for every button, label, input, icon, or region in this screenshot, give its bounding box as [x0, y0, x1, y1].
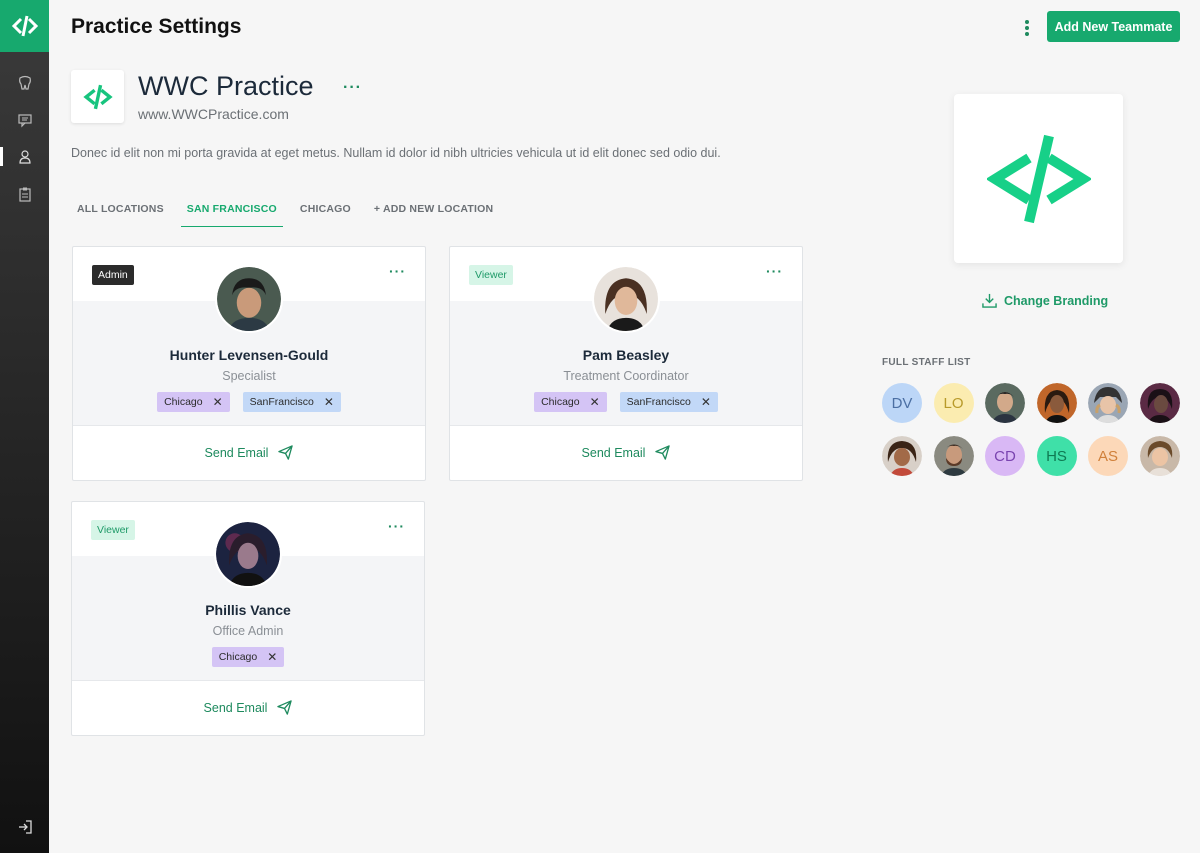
tab-all-locations[interactable]: ALL LOCATIONS	[71, 203, 170, 227]
location-chips: Chicago ✕ SanFrancisco ✕	[73, 392, 425, 412]
remove-chip-icon[interactable]: ✕	[267, 650, 277, 664]
send-email-label: Send Email	[203, 700, 268, 715]
paper-plane-icon	[655, 445, 671, 460]
chip-label: Chicago	[541, 396, 580, 408]
tab-chicago[interactable]: CHICAGO	[294, 203, 357, 227]
chip-label: Chicago	[218, 651, 258, 663]
send-email-label: Send Email	[581, 445, 646, 460]
staff-list-heading: FULL STAFF LIST	[882, 357, 971, 368]
logout-button[interactable]	[0, 819, 49, 835]
paper-plane-icon	[278, 445, 294, 460]
sidebar-item-tooth[interactable]	[0, 64, 49, 101]
code-logo-icon	[11, 15, 38, 37]
remove-chip-icon[interactable]: ✕	[324, 395, 334, 409]
chat-icon	[17, 113, 32, 127]
staff-avatar[interactable]	[1036, 383, 1077, 423]
staff-avatar[interactable]	[1139, 383, 1180, 423]
staff-avatar[interactable]	[1139, 436, 1180, 476]
card-more-button[interactable]: ···	[389, 263, 406, 279]
location-chips: Chicago ✕	[72, 647, 424, 667]
staff-avatar[interactable]: DV	[882, 383, 922, 423]
card-more-button[interactable]: ···	[766, 263, 783, 279]
send-email-button[interactable]: Send Email	[72, 700, 424, 715]
location-chips: Chicago ✕ SanFrancisco ✕	[450, 392, 802, 412]
location-chip: Chicago ✕	[157, 392, 230, 412]
role-badge: Viewer	[469, 265, 513, 285]
location-chip: SanFrancisco ✕	[619, 392, 718, 412]
page-title: Practice Settings	[71, 15, 242, 38]
change-branding-button[interactable]: Change Branding	[982, 293, 1108, 308]
sidebar-item-messages[interactable]	[0, 101, 49, 138]
staff-avatar[interactable]: AS	[1088, 436, 1128, 476]
practice-more-button[interactable]: ···	[343, 79, 362, 97]
practice-url[interactable]: www.WWCPractice.com	[138, 106, 289, 122]
staff-list: DV LO CD HS AS	[882, 383, 1182, 476]
user-icon	[18, 149, 31, 164]
remove-chip-icon[interactable]: ✕	[701, 395, 711, 409]
app-logo[interactable]	[0, 0, 49, 52]
practice-description: Donec id elit non mi porta gravida at eg…	[71, 146, 721, 160]
card-divider	[72, 680, 424, 681]
staff-avatar[interactable]	[1088, 383, 1128, 423]
send-email-button[interactable]: Send Email	[73, 445, 425, 460]
add-teammate-button[interactable]: Add New Teammate	[1047, 11, 1180, 42]
avatar	[215, 265, 283, 333]
avatar	[214, 520, 282, 588]
sidebar	[0, 0, 49, 853]
teammate-title: Specialist	[222, 369, 276, 383]
chip-label: Chicago	[164, 396, 203, 408]
download-icon	[982, 293, 997, 308]
send-email-label: Send Email	[204, 445, 269, 460]
staff-avatar[interactable]	[882, 436, 922, 476]
role-badge: Admin	[92, 265, 134, 285]
card-divider	[450, 425, 802, 426]
location-tabs: ALL LOCATIONS SAN FRANCISCO CHICAGO + AD…	[71, 203, 510, 227]
tab-san-francisco[interactable]: SAN FRANCISCO	[180, 203, 283, 227]
card-more-button[interactable]: ···	[388, 518, 405, 534]
location-chip: SanFrancisco ✕	[242, 392, 341, 412]
teammate-name: Pam Beasley	[582, 347, 670, 363]
remove-chip-icon[interactable]: ✕	[213, 395, 223, 409]
teammate-name: Hunter Levensen-Gould	[169, 347, 329, 363]
teammate-card: Viewer ··· Pam Beasley Treatment Coordin…	[449, 246, 803, 481]
teammate-name: Phillis Vance	[205, 602, 291, 618]
staff-avatar[interactable]	[985, 383, 1025, 423]
code-logo-icon	[986, 134, 1091, 223]
tab-add-new-location[interactable]: + ADD NEW LOCATION	[368, 203, 499, 227]
location-chip: Chicago ✕	[211, 647, 285, 667]
practice-logo	[71, 70, 124, 123]
clipboard-icon	[18, 187, 31, 202]
send-email-button[interactable]: Send Email	[450, 445, 802, 460]
practice-name: WWC Practice	[138, 71, 314, 101]
chip-label: SanFrancisco	[249, 396, 314, 408]
staff-avatar[interactable]: HS	[1036, 436, 1077, 476]
code-logo-icon	[82, 84, 113, 109]
remove-chip-icon[interactable]: ✕	[590, 395, 600, 409]
card-divider	[73, 425, 425, 426]
teammate-card: Admin ··· Hunter Levensen-Gould Speciali…	[72, 246, 426, 481]
location-chip: Chicago ✕	[534, 392, 607, 412]
sidebar-item-records[interactable]	[0, 175, 49, 212]
teammate-title: Office Admin	[212, 624, 284, 638]
avatar	[592, 265, 660, 333]
sidebar-nav	[0, 64, 49, 212]
paper-plane-icon	[277, 700, 293, 715]
sidebar-item-team[interactable]	[0, 138, 49, 175]
branding-preview	[954, 94, 1123, 263]
staff-avatar[interactable]: CD	[985, 436, 1025, 476]
logout-icon	[18, 820, 32, 834]
more-options-icon[interactable]	[1020, 18, 1034, 38]
teammate-title: Treatment Coordinator	[563, 369, 689, 383]
staff-avatar[interactable]: LO	[933, 383, 974, 423]
teammate-card: Viewer ··· Phillis Vance Office Admin Ch…	[71, 501, 425, 736]
tooth-icon	[18, 75, 31, 90]
chip-label: SanFrancisco	[626, 396, 691, 408]
staff-avatar[interactable]	[933, 436, 974, 476]
change-branding-label: Change Branding	[1004, 293, 1109, 308]
role-badge: Viewer	[91, 520, 135, 540]
